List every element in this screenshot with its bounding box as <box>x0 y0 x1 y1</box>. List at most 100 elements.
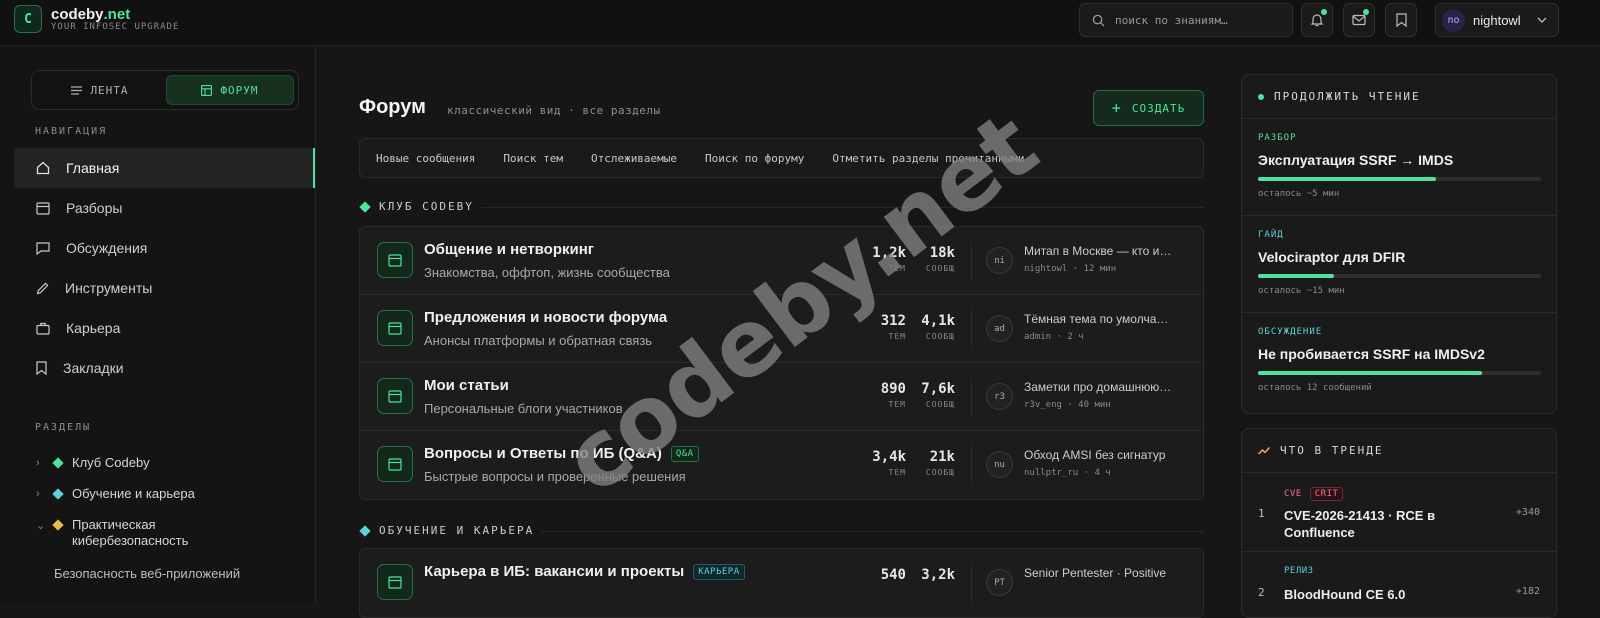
avatar[interactable]: ad <box>986 315 1013 342</box>
logo-icon[interactable]: C <box>14 5 42 33</box>
forum-title[interactable]: Предложения и новости форума <box>424 309 667 326</box>
category-title: ОБУЧЕНИЕ И КАРЬЕРА <box>379 524 535 537</box>
topics-count: 3,4k ТЕМ <box>872 449 906 477</box>
create-label: СОЗДАТЬ <box>1131 101 1186 115</box>
last-post-meta: nullptr_ru · 4 ч <box>1024 468 1111 478</box>
message-dot <box>1363 9 1369 15</box>
tab-search-forum[interactable]: Поиск по форуму <box>705 152 804 165</box>
tab-forum[interactable]: ФОРУМ <box>166 75 294 105</box>
forum-title[interactable]: Общение и нетворкинг <box>424 241 594 258</box>
brand-name[interactable]: codeby.net <box>51 6 130 23</box>
sidebar-item-analyses[interactable]: Разборы <box>14 188 315 228</box>
list-icon <box>71 85 83 95</box>
sidebar-item-tools[interactable]: Инструменты <box>14 268 315 308</box>
forum-row[interactable]: Предложения и новости форума Анонсы плат… <box>360 295 1203 363</box>
reading-item[interactable]: ОБСУЖДЕНИЕ Не пробивается SSRF на IMDSv2… <box>1242 313 1556 410</box>
last-post-meta: r3v_eng · 40 мин <box>1024 400 1111 410</box>
forum-list: Карьера в ИБ: вакансии и проекты КАРЬЕРА … <box>359 548 1204 618</box>
item-meta: осталось 12 сообщений <box>1258 383 1372 393</box>
last-post-title[interactable]: Заметки про домашнюю лабу <box>1024 380 1174 394</box>
forum-title[interactable]: Вопросы и Ответы по ИБ (Q&A) Q&A <box>424 445 699 462</box>
forum-row[interactable]: Карьера в ИБ: вакансии и проекты КАРЬЕРА … <box>360 549 1203 617</box>
main-content: Форум классический вид · все разделы + С… <box>316 46 1216 618</box>
top-bar: C codeby.net YOUR INFOSEC UPGRADE поиск … <box>0 0 1600 46</box>
forum-title[interactable]: Карьера в ИБ: вакансии и проекты КАРЬЕРА <box>424 563 745 580</box>
item-title[interactable]: BloodHound CE 6.0 <box>1284 586 1464 603</box>
tab-mark-read[interactable]: Отметить разделы прочитанными <box>832 152 1024 165</box>
item-tag: CVE <box>1284 489 1302 499</box>
section-club-codeby[interactable]: › Клуб Codeby <box>36 455 150 470</box>
progress-bar <box>1258 371 1541 375</box>
section-diamond-icon <box>52 488 64 500</box>
forum-row[interactable]: Мои статьи Персональные блоги участников… <box>360 363 1203 431</box>
item-score: +182 <box>1515 586 1540 597</box>
section-label: Обучение и карьера <box>72 486 195 501</box>
plus-icon: + <box>1111 99 1122 117</box>
item-tag: РЕЛИЗ <box>1284 566 1314 576</box>
avatar[interactable]: nu <box>986 451 1013 478</box>
tab-feed[interactable]: ЛЕНТА <box>36 75 164 105</box>
forum-title[interactable]: Мои статьи <box>424 377 509 394</box>
last-post-title[interactable]: Тёмная тема по умолчанию <box>1024 312 1174 326</box>
bookmarks-button[interactable] <box>1385 3 1417 37</box>
sidebar-item-bookmarks[interactable]: Закладки <box>14 348 315 388</box>
reading-item[interactable]: РАЗБОР Эксплуатация SSRF → IMDS осталось… <box>1242 119 1556 216</box>
forum-badge: КАРЬЕРА <box>693 563 745 580</box>
card-title: ПРОДОЛЖИТЬ ЧТЕНИЕ <box>1274 90 1421 103</box>
tab-new-posts[interactable]: Новые сообщения <box>376 152 475 165</box>
avatar[interactable]: PT <box>986 569 1013 596</box>
sidebar-item-career[interactable]: Карьера <box>14 308 315 348</box>
page-title: Форум <box>359 96 426 118</box>
forum-description: Быстрые вопросы и проверенные решения <box>424 469 686 484</box>
tab-search-topics[interactable]: Поиск тем <box>503 152 563 165</box>
last-post-meta: admin · 2 ч <box>1024 332 1084 342</box>
user-menu[interactable]: no nightowl <box>1435 3 1559 37</box>
section-label: Практическая кибербезопасность <box>72 517 189 548</box>
trending-item[interactable]: 2 РЕЛИЗ BloodHound CE 6.0 +182 <box>1242 552 1556 617</box>
section-practical-security[interactable]: ⌄ Практическая кибербезопасность <box>36 517 222 549</box>
tab-forum-label: ФОРУМ <box>220 83 259 97</box>
chevron-right-icon: › <box>36 488 40 500</box>
item-title[interactable]: CVE-2026-21413 · RCE в Confluence <box>1284 507 1464 541</box>
forum-icon <box>377 310 413 346</box>
last-post-title[interactable]: Обход AMSI без сигнатур <box>1024 448 1174 462</box>
last-post-title[interactable]: Senior Pentester · Positive <box>1024 566 1174 580</box>
last-post-title[interactable]: Митап в Москве — кто идёт? <box>1024 244 1174 258</box>
reading-item[interactable]: ГАЙД Velociraptor для DFIR осталось ~15 … <box>1242 216 1556 313</box>
subsection-web-security[interactable]: Безопасность веб-приложений <box>54 566 240 581</box>
sidebar-item-label: Карьера <box>66 320 121 336</box>
progress-bar <box>1258 177 1541 181</box>
card-header: ПРОДОЛЖИТЬ ЧТЕНИЕ <box>1242 75 1556 119</box>
item-title[interactable]: Не пробивается SSRF на IMDSv2 <box>1258 346 1485 362</box>
notifications-button[interactable] <box>1301 3 1333 37</box>
chevron-down-icon: ⌄ <box>36 520 46 532</box>
sidebar-item-home[interactable]: Главная <box>14 148 315 188</box>
tab-watched[interactable]: Отслеживаемые <box>591 152 677 165</box>
sidebar-item-label: Обсуждения <box>66 240 148 256</box>
search-input[interactable]: поиск по знаниям… <box>1079 3 1293 37</box>
avatar[interactable]: ni <box>986 247 1013 274</box>
forum-icon <box>377 378 413 414</box>
item-title[interactable]: Velociraptor для DFIR <box>1258 249 1405 265</box>
forum-row[interactable]: Вопросы и Ответы по ИБ (Q&A) Q&A Быстрые … <box>360 431 1203 499</box>
sidebar-item-discussions[interactable]: Обсуждения <box>14 228 315 268</box>
messages-button[interactable] <box>1343 3 1375 37</box>
continue-reading-card: ПРОДОЛЖИТЬ ЧТЕНИЕ РАЗБОР Эксплуатация SS… <box>1241 74 1557 414</box>
brand-tagline: YOUR INFOSEC UPGRADE <box>51 22 180 32</box>
posts-count: 7,6k СООБЩ <box>921 381 955 409</box>
trending-item[interactable]: 1 CVE CRIT CVE-2026-21413 · RCE в Conflu… <box>1242 473 1556 552</box>
item-tag: ОБСУЖДЕНИЕ <box>1258 327 1323 337</box>
progress-fill <box>1258 371 1482 375</box>
item-title[interactable]: Эксплуатация SSRF → IMDS <box>1258 152 1453 168</box>
trending-rank: 2 <box>1258 586 1265 599</box>
forum-row[interactable]: Общение и нетворкинг Знакомства, оффтоп,… <box>360 227 1203 295</box>
divider <box>971 309 972 349</box>
section-learning-career[interactable]: › Обучение и карьера <box>36 486 195 501</box>
posts-count: 18k СООБЩ <box>925 245 955 273</box>
last-post-meta: nightowl · 12 мин <box>1024 264 1117 274</box>
topics-count: 312 ТЕМ <box>880 313 906 341</box>
create-button[interactable]: + СОЗДАТЬ <box>1093 90 1204 126</box>
page-subtitle: классический вид · все разделы <box>447 104 661 117</box>
avatar[interactable]: r3 <box>986 383 1013 410</box>
sidebar: ЛЕНТА ФОРУМ НАВИГАЦИЯ Главная Разборы Об… <box>0 46 316 604</box>
